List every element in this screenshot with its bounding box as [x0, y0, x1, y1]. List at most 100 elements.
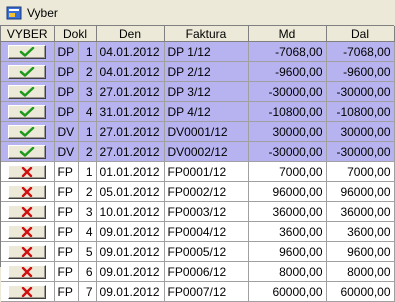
- dal-cell: 96000,00: [326, 181, 395, 202]
- doc-type-cell: FP: [54, 161, 79, 182]
- select-toggle-cell: [1, 81, 55, 102]
- invoice-cell: DP 3/12: [164, 81, 249, 102]
- md-cell: 30000,00: [248, 121, 327, 142]
- invoice-cell: FP0003/12: [164, 201, 249, 222]
- invoice-cell: FP0006/12: [164, 261, 249, 282]
- doc-number-cell: 5: [78, 241, 97, 262]
- invoice-cell: DP 4/12: [164, 101, 249, 122]
- checkmark-icon: [19, 106, 35, 117]
- doc-type-cell: DP: [54, 101, 79, 122]
- md-cell: 9600,00: [248, 241, 327, 262]
- doc-number-cell: 3: [78, 81, 97, 102]
- select-toggle-button[interactable]: [8, 224, 47, 239]
- md-cell: 8000,00: [248, 261, 327, 282]
- table-row[interactable]: DP 2 04.01.2012 DP 2/12 -9600,00 -9600,00: [1, 61, 395, 82]
- md-cell: 7000,00: [248, 161, 327, 182]
- table-row[interactable]: FP 4 09.01.2012 FP0004/12 3600,00 3600,00: [1, 221, 395, 242]
- checkmark-icon: [19, 86, 35, 97]
- md-cell: 36000,00: [248, 201, 327, 222]
- column-header-den[interactable]: Den: [96, 26, 165, 42]
- doc-number-cell: 4: [78, 101, 97, 122]
- table-row[interactable]: FP 5 09.01.2012 FP0005/12 9600,00 9600,00: [1, 241, 395, 262]
- column-header-dokl[interactable]: Dokl: [54, 26, 97, 42]
- select-toggle-button[interactable]: [8, 44, 47, 59]
- select-toggle-button[interactable]: [8, 64, 47, 79]
- select-toggle-cell: [1, 241, 55, 262]
- table-row[interactable]: FP 2 05.01.2012 FP0002/12 96000,00 96000,00: [1, 181, 395, 202]
- doc-type-cell: FP: [54, 181, 79, 202]
- select-toggle-button[interactable]: [8, 124, 47, 139]
- select-toggle-button[interactable]: [8, 144, 47, 159]
- header-row: VYBER Dokl Den Faktura Md Dal: [1, 26, 395, 42]
- doc-type-cell: FP: [54, 261, 79, 282]
- md-cell: 3600,00: [248, 221, 327, 242]
- dal-cell: 7000,00: [326, 161, 395, 182]
- dal-cell: -10800,00: [326, 101, 395, 122]
- select-toggle-cell: [1, 181, 55, 202]
- select-toggle-button[interactable]: [8, 284, 47, 299]
- invoice-cell: DP 1/12: [164, 41, 249, 62]
- dal-cell: 9600,00: [326, 241, 395, 262]
- doc-type-cell: DV: [54, 121, 79, 142]
- select-toggle-button[interactable]: [8, 84, 47, 99]
- table-row[interactable]: DV 1 27.01.2012 DV0001/12 30000,00 30000,00: [1, 121, 395, 142]
- md-cell: -30000,00: [248, 141, 327, 162]
- invoice-cell: DP 2/12: [164, 61, 249, 82]
- table-row[interactable]: DV 2 27.01.2012 DV0002/12 -30000,00 -30000,00: [1, 141, 395, 162]
- select-toggle-button[interactable]: [8, 164, 47, 179]
- date-cell: 01.01.2012: [96, 161, 165, 182]
- column-header-md[interactable]: Md: [248, 26, 327, 42]
- invoice-cell: FP0001/12: [164, 161, 249, 182]
- doc-number-cell: 4: [78, 221, 97, 242]
- select-toggle-cell: [1, 101, 55, 122]
- table-row[interactable]: FP 1 01.01.2012 FP0001/12 7000,00 7000,00: [1, 161, 395, 182]
- table-row[interactable]: DP 3 27.01.2012 DP 3/12 -30000,00 -30000,00: [1, 81, 395, 102]
- table-row[interactable]: FP 3 10.01.2012 FP0003/12 36000,00 36000,00: [1, 201, 395, 222]
- table-row[interactable]: FP 6 09.01.2012 FP0006/12 8000,00 8000,00: [1, 261, 395, 282]
- dal-cell: 3600,00: [326, 221, 395, 242]
- date-cell: 05.01.2012: [96, 181, 165, 202]
- doc-number-cell: 3: [78, 201, 97, 222]
- doc-type-cell: DP: [54, 41, 79, 62]
- column-header-dal[interactable]: Dal: [326, 26, 395, 42]
- doc-number-cell: 7: [78, 281, 97, 302]
- md-cell: -10800,00: [248, 101, 327, 122]
- document-grid[interactable]: VYBER Dokl Den Faktura Md Dal DP 1 04.01.2…: [0, 25, 395, 302]
- select-toggle-button[interactable]: [8, 244, 47, 259]
- select-toggle-button[interactable]: [8, 104, 47, 119]
- dal-cell: 36000,00: [326, 201, 395, 222]
- table-row[interactable]: FP 7 09.01.2012 FP0007/12 60000,00 60000,00: [1, 281, 395, 302]
- table-row[interactable]: DP 1 04.01.2012 DP 1/12 -7068,00 -7068,00: [1, 41, 395, 62]
- doc-number-cell: 1: [78, 161, 97, 182]
- date-cell: 09.01.2012: [96, 221, 165, 242]
- document-table: VYBER Dokl Den Faktura Md Dal DP 1 04.01.2…: [1, 26, 395, 302]
- invoice-cell: FP0004/12: [164, 221, 249, 242]
- cross-icon: [21, 266, 33, 277]
- select-toggle-button[interactable]: [8, 204, 47, 219]
- select-toggle-cell: [1, 61, 55, 82]
- md-cell: -7068,00: [248, 41, 327, 62]
- invoice-cell: FP0005/12: [164, 241, 249, 262]
- select-toggle-button[interactable]: [8, 264, 47, 279]
- select-toggle-button[interactable]: [8, 184, 47, 199]
- select-toggle-cell: [1, 221, 55, 242]
- doc-type-cell: DV: [54, 141, 79, 162]
- dal-cell: -9600,00: [326, 61, 395, 82]
- column-header-vyber[interactable]: VYBER: [1, 26, 55, 42]
- invoice-cell: DV0002/12: [164, 141, 249, 162]
- md-cell: 96000,00: [248, 181, 327, 202]
- column-header-faktura[interactable]: Faktura: [164, 26, 249, 42]
- table-row[interactable]: DP 4 31.01.2012 DP 4/12 -10800,00 -10800,00: [1, 101, 395, 122]
- date-cell: 27.01.2012: [96, 121, 165, 142]
- date-cell: 09.01.2012: [96, 261, 165, 282]
- select-toggle-cell: [1, 201, 55, 222]
- doc-type-cell: FP: [54, 241, 79, 262]
- select-toggle-cell: [1, 161, 55, 182]
- cross-icon: [21, 286, 33, 297]
- cross-icon: [21, 206, 33, 217]
- invoice-cell: FP0007/12: [164, 281, 249, 302]
- md-cell: 60000,00: [248, 281, 327, 302]
- date-cell: 09.01.2012: [96, 281, 165, 302]
- dal-cell: 30000,00: [326, 121, 395, 142]
- select-toggle-cell: [1, 261, 55, 282]
